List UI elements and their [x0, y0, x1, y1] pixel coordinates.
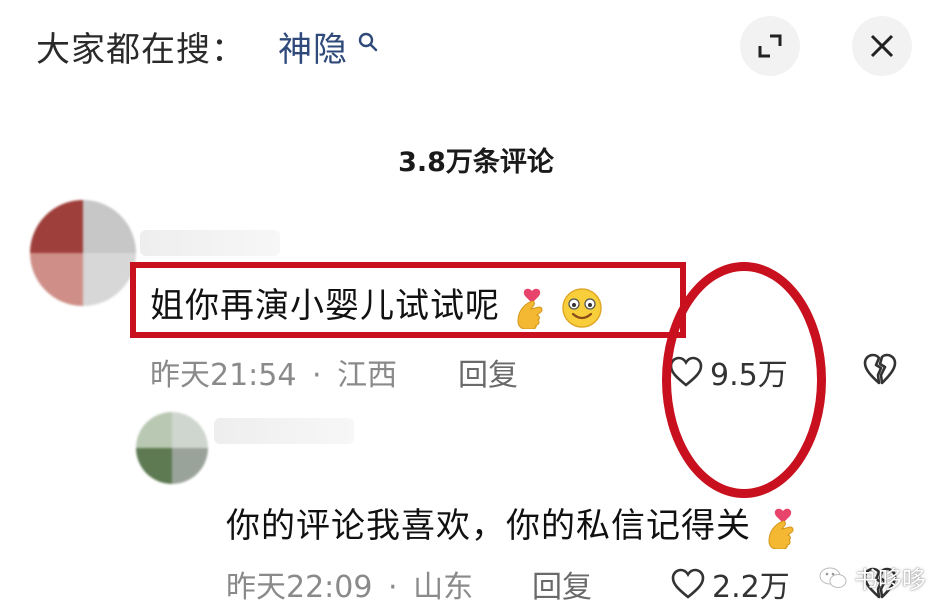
watermark: 书哆哆	[818, 560, 926, 595]
smile-emoji	[561, 287, 602, 328]
comment-location: 山东	[413, 570, 474, 605]
like-button[interactable]: 2.2万	[670, 562, 790, 606]
watermark-text: 书哆哆	[854, 566, 926, 594]
broken-heart-icon[interactable]	[862, 352, 898, 386]
comment-2-body: 你的评论我喜欢，你的私信记得关	[226, 506, 751, 546]
expand-button[interactable]	[740, 16, 800, 76]
highlight-ellipse	[662, 262, 826, 498]
separator-dot: ·	[312, 358, 322, 393]
finger-heart-emoji	[768, 508, 794, 549]
comment-text: 姐你再演小婴儿试试呢	[150, 278, 604, 330]
separator-dot: ·	[388, 570, 398, 605]
comment-meta: 昨天21:54 · 江西	[150, 350, 397, 394]
comment-location: 江西	[337, 358, 398, 393]
finger-heart-emoji	[517, 288, 543, 329]
search-prefix-label: 大家都在搜：	[36, 30, 246, 70]
search-suggestion-link[interactable]: 神隐	[278, 22, 348, 71]
avatar[interactable]	[30, 200, 136, 306]
wechat-icon	[819, 567, 847, 588]
username-blurred[interactable]	[140, 230, 280, 256]
close-icon	[870, 34, 894, 58]
avatar[interactable]	[136, 412, 208, 484]
comment-count-title: 3.8万条评论	[398, 147, 554, 178]
reply-button[interactable]: 回复	[532, 562, 592, 606]
search-icon[interactable]	[356, 30, 380, 54]
comment-time: 昨天21:54	[150, 358, 297, 393]
comment-time: 昨天22:09	[226, 570, 373, 605]
username-blurred[interactable]	[214, 418, 354, 444]
like-count: 2.2万	[712, 570, 790, 605]
reply-button[interactable]: 回复	[458, 350, 518, 394]
comment-text: 你的评论我喜欢，你的私信记得关	[226, 498, 799, 549]
comment-meta: 昨天22:09 · 山东	[226, 562, 473, 606]
comment-1-body: 姐你再演小婴儿试试呢	[150, 286, 500, 326]
expand-icon	[758, 34, 782, 58]
heart-icon	[671, 568, 705, 599]
close-button[interactable]	[852, 16, 912, 76]
